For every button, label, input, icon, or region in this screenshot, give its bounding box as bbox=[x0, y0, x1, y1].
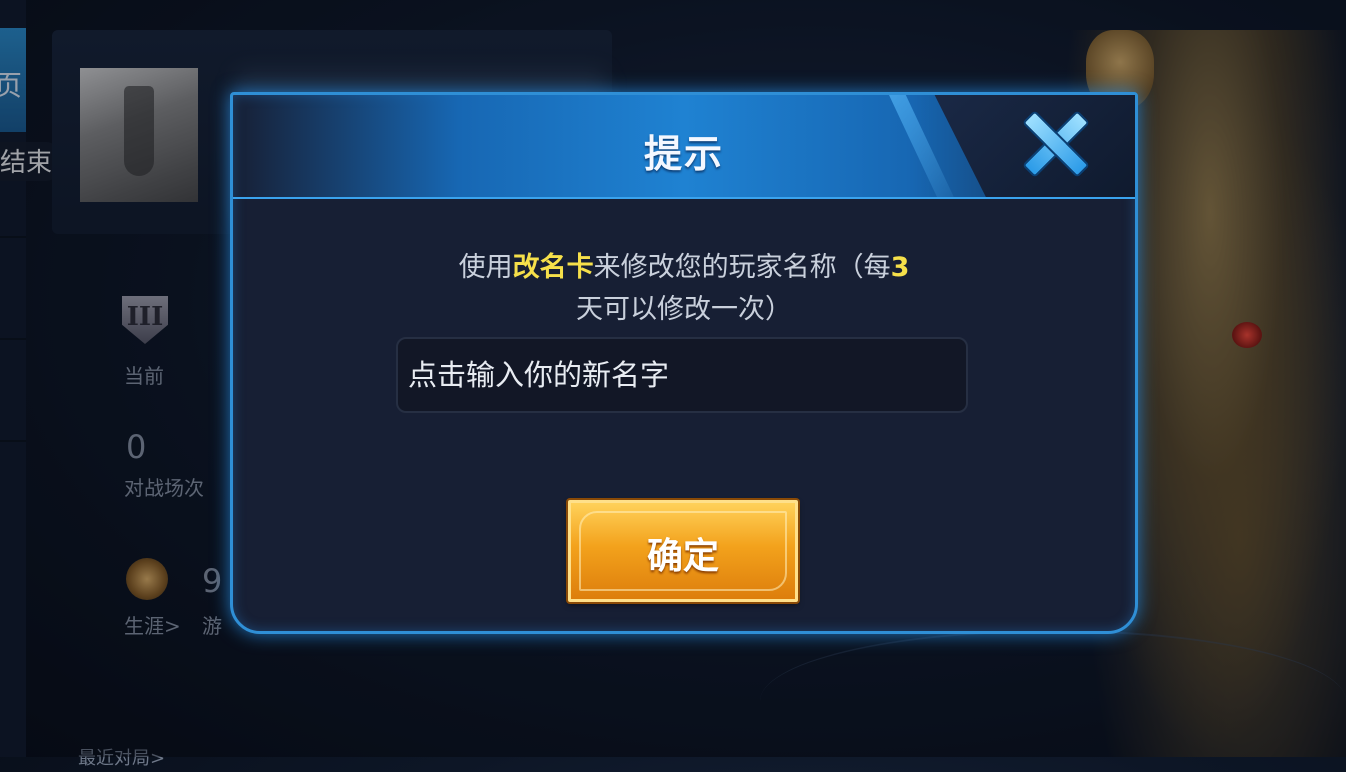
message-text: 天可以修改一次） bbox=[576, 294, 792, 325]
days-highlight: 3 bbox=[890, 252, 910, 283]
new-name-input[interactable] bbox=[396, 337, 968, 413]
rename-card-highlight: 改名卡 bbox=[512, 252, 594, 283]
message-text: 使用 bbox=[458, 252, 513, 283]
dialog-header: 提示 bbox=[233, 95, 1135, 199]
dialog-title: 提示 bbox=[643, 132, 724, 176]
close-button[interactable] bbox=[1021, 109, 1090, 178]
rename-message: 使用改名卡来修改您的玩家名称（每3 天可以修改一次） bbox=[233, 247, 1135, 331]
message-text: 来修改您的玩家名称（每 bbox=[593, 252, 891, 283]
rename-dialog: 提示 使用改名卡来修改您的玩家名称（每3 天可以修改一次） 确定 bbox=[230, 92, 1138, 634]
confirm-button[interactable]: 确定 bbox=[568, 500, 798, 602]
confirm-button-label: 确定 bbox=[646, 536, 719, 577]
